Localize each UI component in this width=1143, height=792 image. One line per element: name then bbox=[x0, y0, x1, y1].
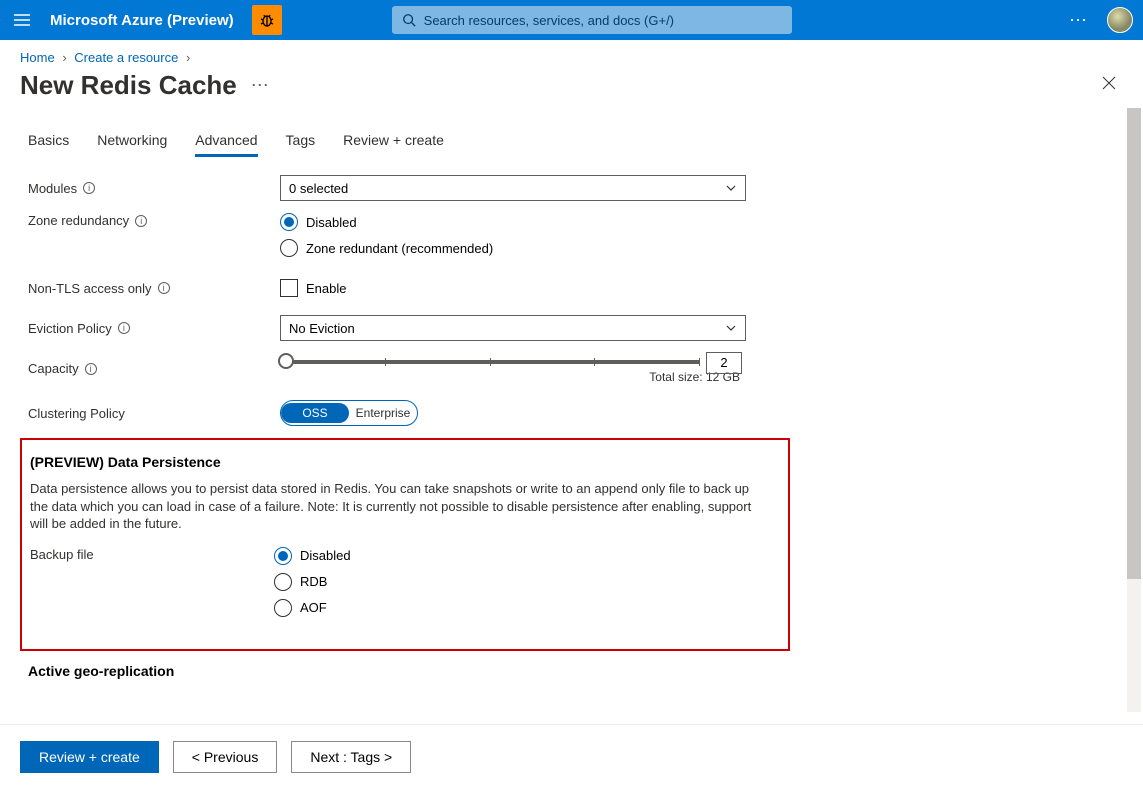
data-persistence-section: (PREVIEW) Data Persistence Data persiste… bbox=[20, 438, 790, 651]
top-navigation-bar: Microsoft Azure (Preview) Search resourc… bbox=[0, 0, 1143, 40]
non-tls-enable-checkbox[interactable]: Enable bbox=[280, 279, 746, 297]
chevron-down-icon bbox=[725, 322, 737, 334]
eviction-value: No Eviction bbox=[289, 321, 355, 336]
title-bar: New Redis Cache ⋯ bbox=[0, 69, 1143, 108]
user-avatar[interactable] bbox=[1107, 7, 1133, 33]
hamburger-menu-icon[interactable] bbox=[10, 8, 34, 32]
backup-option-aof[interactable]: AOF bbox=[274, 599, 740, 617]
next-button[interactable]: Next : Tags > bbox=[291, 741, 411, 773]
backup-option-rdb[interactable]: RDB bbox=[274, 573, 740, 591]
info-icon[interactable]: i bbox=[83, 182, 95, 194]
info-icon[interactable]: i bbox=[158, 282, 170, 294]
brand-label[interactable]: Microsoft Azure (Preview) bbox=[50, 12, 234, 29]
radio-label: Zone redundant (recommended) bbox=[306, 241, 493, 256]
modules-label: Modules bbox=[28, 181, 77, 196]
modules-value: 0 selected bbox=[289, 181, 348, 196]
info-icon[interactable]: i bbox=[118, 322, 130, 334]
capacity-slider[interactable]: 2 bbox=[280, 360, 700, 364]
clustering-option-oss[interactable]: OSS bbox=[281, 403, 349, 423]
breadcrumb-create-resource[interactable]: Create a resource bbox=[74, 50, 178, 65]
radio-label: AOF bbox=[300, 600, 327, 615]
clustering-policy-label: Clustering Policy bbox=[28, 406, 125, 421]
review-create-button[interactable]: Review + create bbox=[20, 741, 159, 773]
capacity-value-input[interactable]: 2 bbox=[706, 352, 742, 374]
slider-thumb[interactable] bbox=[278, 353, 294, 369]
radio-icon bbox=[280, 239, 298, 257]
backup-option-disabled[interactable]: Disabled bbox=[274, 547, 740, 565]
radio-icon bbox=[274, 599, 292, 617]
title-more-icon[interactable]: ⋯ bbox=[251, 75, 270, 96]
chevron-right-icon: › bbox=[186, 50, 190, 65]
zone-option-zone-redundant[interactable]: Zone redundant (recommended) bbox=[280, 239, 746, 257]
clustering-policy-toggle[interactable]: OSS Enterprise bbox=[280, 400, 418, 426]
tab-bar: Basics Networking Advanced Tags Review +… bbox=[28, 126, 1115, 157]
radio-label: Disabled bbox=[300, 548, 351, 563]
zone-option-disabled[interactable]: Disabled bbox=[280, 213, 746, 231]
tab-networking[interactable]: Networking bbox=[97, 126, 167, 157]
capacity-total-size: Total size: 12 GB bbox=[280, 370, 740, 384]
scrollbar-thumb[interactable] bbox=[1127, 108, 1141, 579]
radio-label: Disabled bbox=[306, 215, 357, 230]
search-placeholder: Search resources, services, and docs (G+… bbox=[424, 13, 674, 28]
eviction-policy-select[interactable]: No Eviction bbox=[280, 315, 746, 341]
breadcrumb: Home › Create a resource › bbox=[0, 40, 1143, 69]
capacity-label: Capacity bbox=[28, 361, 79, 376]
wizard-footer: Review + create < Previous Next : Tags > bbox=[0, 724, 1143, 792]
previous-button[interactable]: < Previous bbox=[173, 741, 278, 773]
chevron-right-icon: › bbox=[62, 50, 66, 65]
tab-review-create[interactable]: Review + create bbox=[343, 126, 444, 157]
geo-replication-heading: Active geo-replication bbox=[28, 663, 1115, 679]
clustering-option-enterprise[interactable]: Enterprise bbox=[349, 403, 417, 423]
close-icon[interactable] bbox=[1095, 69, 1123, 102]
breadcrumb-home[interactable]: Home bbox=[20, 50, 55, 65]
persistence-heading: (PREVIEW) Data Persistence bbox=[30, 454, 772, 470]
eviction-policy-label: Eviction Policy bbox=[28, 321, 112, 336]
checkbox-icon bbox=[280, 279, 298, 297]
tab-advanced[interactable]: Advanced bbox=[195, 126, 257, 157]
more-menu-icon[interactable]: ⋯ bbox=[1069, 10, 1089, 31]
checkbox-label: Enable bbox=[306, 281, 346, 296]
radio-icon bbox=[274, 573, 292, 591]
tab-basics[interactable]: Basics bbox=[28, 126, 69, 157]
info-icon[interactable]: i bbox=[85, 363, 97, 375]
global-search-input[interactable]: Search resources, services, and docs (G+… bbox=[392, 6, 792, 34]
page-title: New Redis Cache bbox=[20, 70, 237, 101]
info-icon[interactable]: i bbox=[135, 215, 147, 227]
modules-select[interactable]: 0 selected bbox=[280, 175, 746, 201]
radio-label: RDB bbox=[300, 574, 327, 589]
radio-icon bbox=[274, 547, 292, 565]
search-icon bbox=[402, 13, 416, 27]
non-tls-label: Non-TLS access only bbox=[28, 281, 152, 296]
tab-tags[interactable]: Tags bbox=[286, 126, 316, 157]
bug-icon[interactable] bbox=[252, 5, 282, 35]
backup-file-label: Backup file bbox=[30, 547, 94, 562]
persistence-description: Data persistence allows you to persist d… bbox=[30, 480, 770, 533]
chevron-down-icon bbox=[725, 182, 737, 194]
radio-icon bbox=[280, 213, 298, 231]
zone-redundancy-label: Zone redundancy bbox=[28, 213, 129, 228]
